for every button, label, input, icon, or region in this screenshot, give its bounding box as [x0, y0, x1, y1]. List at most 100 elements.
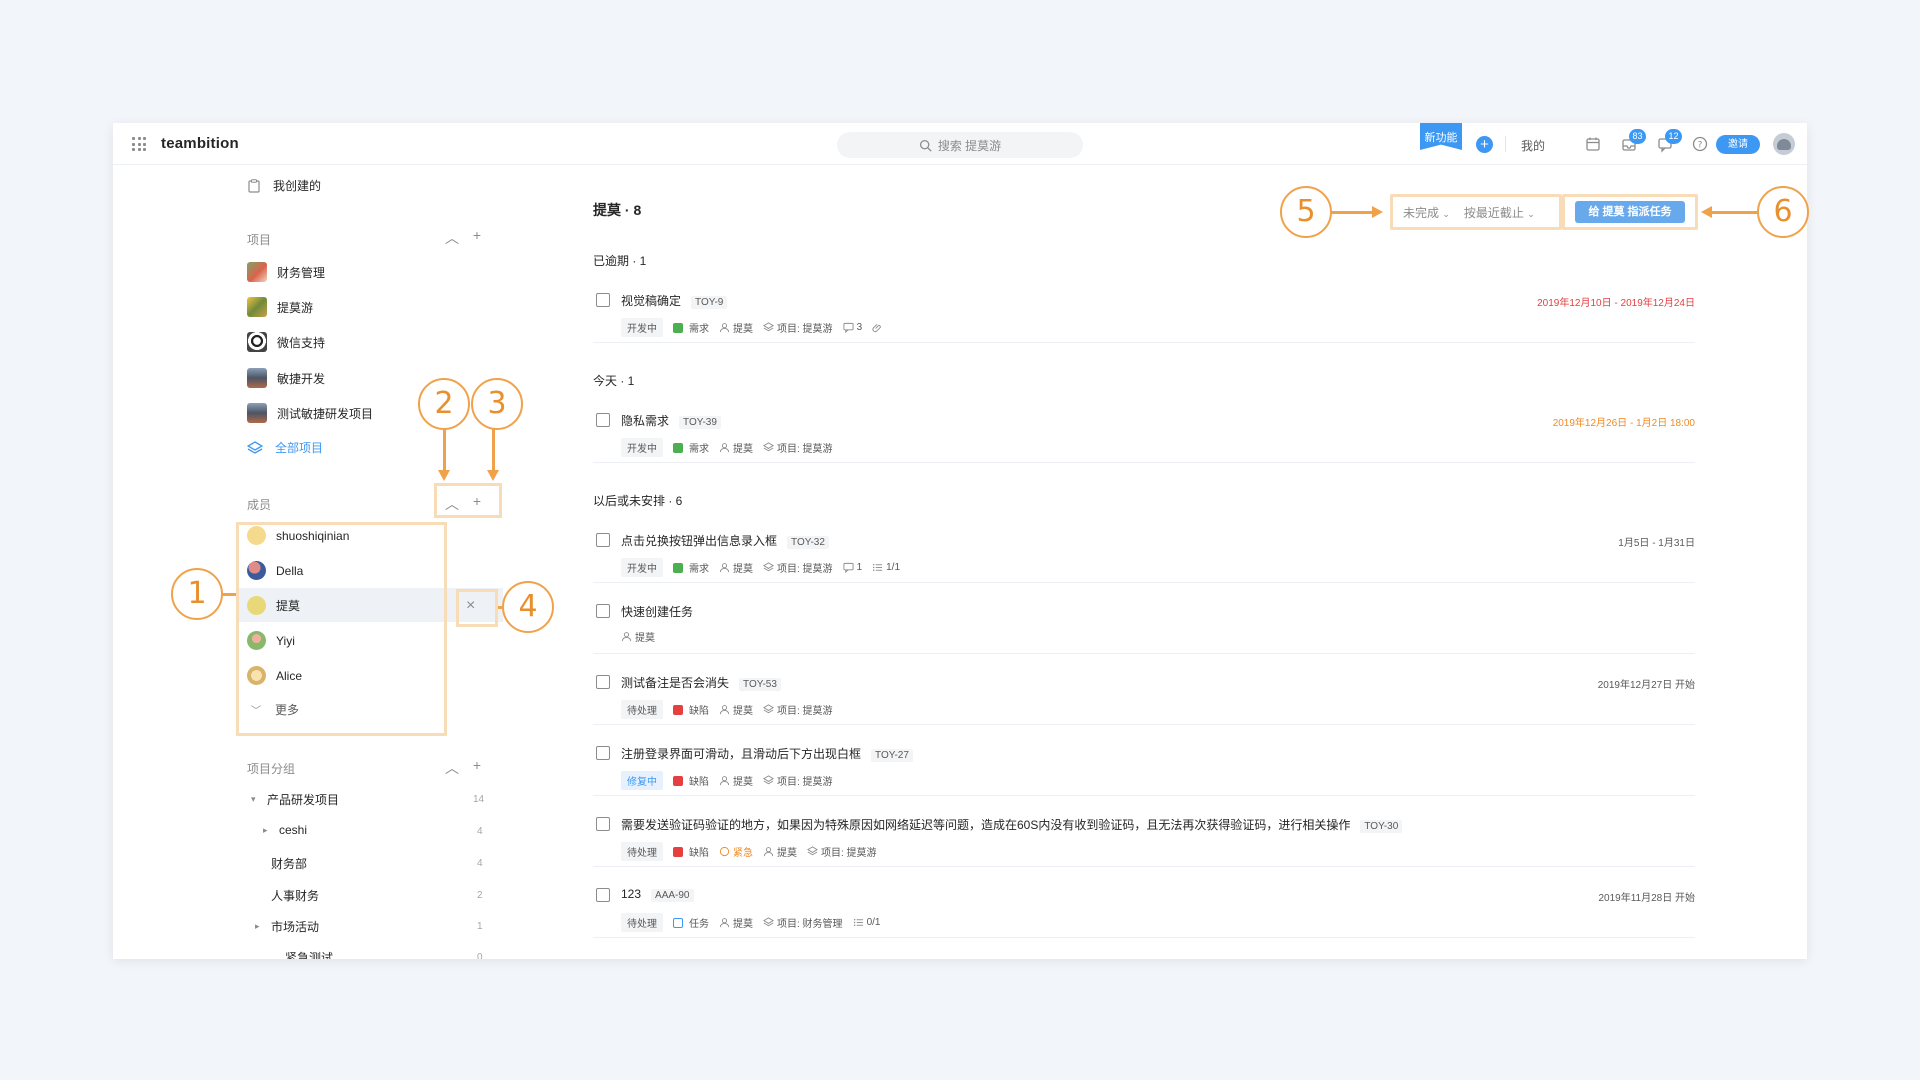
- task-comments: 3: [856, 322, 863, 333]
- group-item[interactable]: 紧急测试: [285, 949, 333, 959]
- task-checkbox[interactable]: [596, 413, 610, 427]
- task-date: 2019年12月26日 - 1月2日 18:00: [1552, 418, 1695, 429]
- task-title: 视觉稿确定: [621, 294, 682, 308]
- remove-member-close-icon[interactable]: ×: [466, 597, 475, 615]
- task-checkbox[interactable]: [596, 675, 610, 689]
- projects-section-title: 项目: [247, 233, 272, 247]
- task-assignee: 提莫: [733, 444, 753, 455]
- annotation-arrow-5: [1372, 206, 1383, 218]
- task-meta: 提莫: [621, 629, 655, 644]
- task-row[interactable]: 注册登录界面可滑动，且滑动后下方出现白框 TOY-27 修复中 缺陷 提莫 项目:…: [593, 742, 1695, 796]
- search-bar[interactable]: 搜索 提莫游: [837, 132, 1083, 158]
- task-checkbox[interactable]: [596, 817, 610, 831]
- defect-icon: [673, 775, 683, 786]
- task-title: 123: [621, 887, 642, 901]
- task-id: TOY-39: [679, 416, 721, 429]
- task-project: 项目: 提莫游: [821, 848, 877, 859]
- annotation-box-member-controls: [434, 483, 502, 518]
- clipboard-icon: [248, 178, 260, 193]
- user-avatar[interactable]: [1773, 133, 1795, 155]
- task-priority: 紧急: [733, 848, 753, 859]
- task-checkbox[interactable]: [596, 746, 610, 760]
- group-item[interactable]: ▾ 产品研发项目: [251, 791, 339, 808]
- caret-right-icon: ▸: [255, 921, 260, 931]
- task-id: TOY-53: [739, 678, 781, 691]
- task-row[interactable]: 隐私需求 TOY-39 2019年12月26日 - 1月2日 18:00 开发中 …: [593, 409, 1695, 463]
- task-checkbox[interactable]: [596, 293, 610, 307]
- task-checkbox[interactable]: [596, 604, 610, 618]
- task-checkbox[interactable]: [596, 533, 610, 547]
- notification-badge: 12: [1665, 129, 1682, 144]
- add-group-icon[interactable]: +: [470, 757, 484, 773]
- layers-icon: [763, 322, 774, 332]
- task-date: 2019年12月10日 - 2019年12月24日: [1537, 298, 1695, 309]
- sidebar-item-label: 全部项目: [275, 441, 324, 455]
- add-project-icon[interactable]: +: [470, 227, 484, 243]
- status-filter-dropdown[interactable]: 未完成 ⌄: [1403, 204, 1450, 221]
- project-thumbnail: [247, 262, 267, 282]
- inbox-icon[interactable]: 83: [1620, 129, 1646, 153]
- sidebar-item-project[interactable]: 微信支持: [247, 332, 325, 352]
- group-item[interactable]: ▸ ceshi: [263, 823, 307, 837]
- group-name: 财务部: [271, 857, 308, 871]
- quick-add-button[interactable]: +: [1476, 136, 1493, 153]
- mine-link[interactable]: 我的: [1521, 137, 1545, 154]
- sort-dropdown[interactable]: 按最近截止 ⌄: [1464, 204, 1535, 221]
- requirement-icon: [673, 322, 683, 333]
- svg-text:?: ?: [1698, 141, 1703, 151]
- task-type: 缺陷: [689, 848, 709, 859]
- group-item[interactable]: 财务部: [271, 855, 307, 872]
- invite-button[interactable]: 邀请: [1716, 135, 1760, 154]
- task-subtasks: 1/1: [886, 562, 901, 573]
- defect-icon: [673, 846, 683, 857]
- task-title: 快速创建任务: [621, 605, 694, 619]
- person-icon: [719, 323, 730, 333]
- members-section-title: 成员: [247, 498, 272, 512]
- task-row[interactable]: 快速创建任务 提莫: [593, 600, 1695, 654]
- task-row[interactable]: 视觉稿确定 TOY-9 2019年12月10日 - 2019年12月24日 开发中…: [593, 289, 1695, 343]
- annotation-arrow-2: [438, 470, 450, 481]
- task-project: 项目: 提莫游: [777, 777, 833, 788]
- sort-label: 按最近截止: [1463, 205, 1524, 220]
- person-icon: [621, 632, 632, 642]
- sidebar-item-project[interactable]: 提莫游: [247, 297, 313, 317]
- task-title: 需要发送验证码验证的地方，如果因为特殊原因如网络延迟等问题，造成在60S内没有收…: [621, 818, 1351, 832]
- group-count: 4: [477, 826, 483, 837]
- sidebar-item-all-projects[interactable]: 全部项目: [247, 439, 323, 456]
- layers-icon: [763, 442, 774, 452]
- sidebar-item-project[interactable]: 测试敏捷研发项目: [247, 403, 373, 423]
- sidebar-item-project[interactable]: 敏捷开发: [247, 368, 325, 388]
- group-item[interactable]: 人事财务: [271, 887, 319, 904]
- task-row[interactable]: 123 AAA-90 2019年11月28日 开始 待处理 任务 提莫 项目: 财…: [593, 884, 1695, 938]
- collapse-groups-icon[interactable]: ︿: [445, 758, 459, 778]
- group-count: 0: [477, 952, 483, 959]
- task-meta: 开发中 需求 提莫 项目: 提莫游: [621, 438, 833, 457]
- group-item[interactable]: ▸ 市场活动: [255, 918, 319, 935]
- task-row[interactable]: 测试备注是否会消失 TOY-53 2019年12月27日 开始 待处理 缺陷 提莫…: [593, 671, 1695, 725]
- task-project: 项目: 提莫游: [777, 706, 833, 717]
- assign-task-button[interactable]: 给 提莫 指派任务: [1575, 201, 1685, 223]
- sidebar-item-created-by-me[interactable]: 我创建的: [247, 177, 321, 194]
- task-type: 需求: [689, 444, 709, 455]
- notification-icon[interactable]: 12: [1656, 129, 1682, 153]
- task-date: 2019年12月27日 开始: [1597, 680, 1695, 691]
- apps-grid-icon[interactable]: [132, 137, 146, 151]
- task-row[interactable]: 需要发送验证码验证的地方，如果因为特殊原因如网络延迟等问题，造成在60S内没有收…: [593, 813, 1695, 867]
- sidebar-item-project[interactable]: 财务管理: [247, 262, 325, 282]
- calendar-icon[interactable]: [1584, 135, 1602, 153]
- annotation-marker-6: 6: [1757, 186, 1809, 238]
- person-icon: [719, 443, 730, 453]
- help-icon[interactable]: ?: [1691, 135, 1709, 153]
- top-bar: teambition 搜索 提莫游 新功能 + 我的 83 12 ? 邀请: [113, 123, 1807, 165]
- task-checkbox[interactable]: [596, 888, 610, 902]
- task-row[interactable]: 点击兑换按钮弹出信息录入框 TOY-32 1月5日 - 1月31日 开发中 需求 …: [593, 529, 1695, 583]
- collapse-projects-icon[interactable]: ︿: [445, 228, 459, 248]
- annotation-arrow-6: [1701, 206, 1712, 218]
- task-meta: 待处理 任务 提莫 项目: 财务管理 0/1: [621, 913, 880, 932]
- layers-icon: [247, 440, 263, 454]
- inbox-badge: 83: [1629, 129, 1646, 144]
- person-icon: [719, 705, 730, 715]
- new-feature-ribbon[interactable]: 新功能: [1420, 123, 1462, 150]
- app-logo[interactable]: teambition: [161, 135, 239, 152]
- group-name: ceshi: [279, 823, 308, 837]
